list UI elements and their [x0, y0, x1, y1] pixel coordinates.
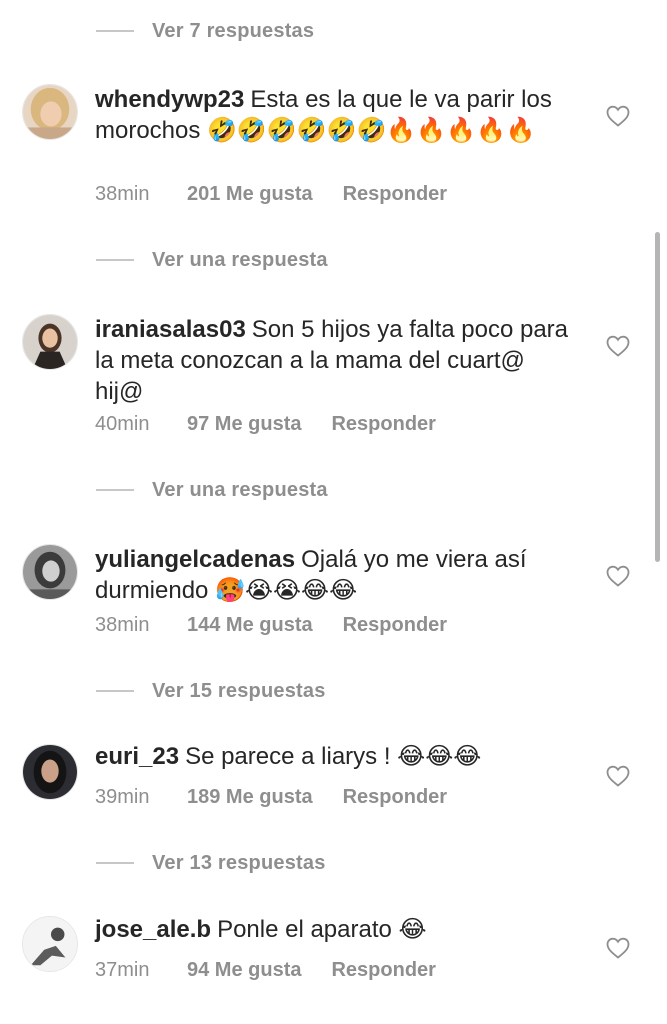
divider-line: [96, 690, 134, 692]
comment-body: euri_23 Se parece a liarys ! 😂😂😂: [95, 741, 575, 772]
view-replies-label: Ver 7 respuestas: [152, 19, 315, 42]
comment-time: 37min: [95, 959, 150, 981]
likes-count-button[interactable]: 144 Me gusta: [187, 614, 313, 637]
view-replies-label: Ver 15 respuestas: [152, 679, 326, 702]
avatar[interactable]: [22, 84, 78, 140]
comment-meta: 37min 94 Me gusta Responder: [95, 959, 436, 982]
reply-button[interactable]: Responder: [343, 183, 447, 206]
comment-time: 38min: [95, 183, 150, 205]
heart-outline-icon[interactable]: [606, 105, 630, 127]
view-replies-button[interactable]: Ver una respuesta: [96, 475, 328, 505]
comment-username[interactable]: euri_23: [95, 743, 179, 770]
comment-meta: 38min 201 Me gusta Responder: [95, 183, 447, 206]
view-replies-button[interactable]: Ver 15 respuestas: [96, 676, 326, 706]
view-replies-button[interactable]: Ver 7 respuestas: [96, 16, 314, 46]
view-replies-button[interactable]: Ver 13 respuestas: [96, 848, 326, 878]
comment-body: yuliangelcadenas Ojalá yo me viera así du…: [95, 544, 575, 606]
likes-count-button[interactable]: 189 Me gusta: [187, 786, 313, 809]
comment-body: whendywp23 Esta es la que le va parir los…: [95, 84, 575, 146]
scrollbar[interactable]: [655, 232, 660, 562]
comment-username[interactable]: yuliangelcadenas: [95, 546, 295, 573]
heart-outline-icon[interactable]: [606, 565, 630, 587]
likes-count-button[interactable]: 97 Me gusta: [187, 413, 301, 436]
view-replies-label: Ver una respuesta: [152, 478, 328, 501]
comment-time: 40min: [95, 413, 150, 435]
avatar[interactable]: [22, 544, 78, 600]
reply-button[interactable]: Responder: [343, 614, 447, 637]
view-replies-label: Ver una respuesta: [152, 248, 328, 271]
likes-count-button[interactable]: 94 Me gusta: [187, 959, 301, 982]
divider-line: [96, 30, 134, 32]
divider-line: [96, 489, 134, 491]
heart-outline-icon[interactable]: [606, 765, 630, 787]
comment-time: 39min: [95, 786, 150, 808]
comment-meta: 38min 144 Me gusta Responder: [95, 614, 447, 637]
comment-text: Se parece a liarys ! 😂😂😂: [185, 743, 482, 770]
comment-meta: 40min 97 Me gusta Responder: [95, 413, 436, 436]
heart-outline-icon[interactable]: [606, 335, 630, 357]
heart-outline-icon[interactable]: [606, 937, 630, 959]
avatar[interactable]: [22, 916, 78, 972]
comment-text: Ponle el aparato 😂: [217, 916, 427, 943]
divider-line: [96, 862, 134, 864]
likes-count-button[interactable]: 201 Me gusta: [187, 183, 313, 206]
reply-button[interactable]: Responder: [331, 959, 435, 982]
divider-line: [96, 259, 134, 261]
comment-username[interactable]: jose_ale.b: [95, 916, 211, 943]
avatar[interactable]: [22, 314, 78, 370]
view-replies-button[interactable]: Ver una respuesta: [96, 245, 328, 275]
comment-body: iraniasalas03 Son 5 hijos ya falta poco p…: [95, 314, 575, 407]
reply-button[interactable]: Responder: [331, 413, 435, 436]
comment-meta: 39min 189 Me gusta Responder: [95, 786, 447, 809]
comment-username[interactable]: iraniasalas03: [95, 316, 246, 343]
comment-username[interactable]: whendywp23: [95, 86, 244, 113]
view-replies-label: Ver 13 respuestas: [152, 851, 326, 874]
reply-button[interactable]: Responder: [343, 786, 447, 809]
comment-body: jose_ale.b Ponle el aparato 😂: [95, 914, 575, 945]
comment-time: 38min: [95, 614, 150, 636]
avatar[interactable]: [22, 744, 78, 800]
